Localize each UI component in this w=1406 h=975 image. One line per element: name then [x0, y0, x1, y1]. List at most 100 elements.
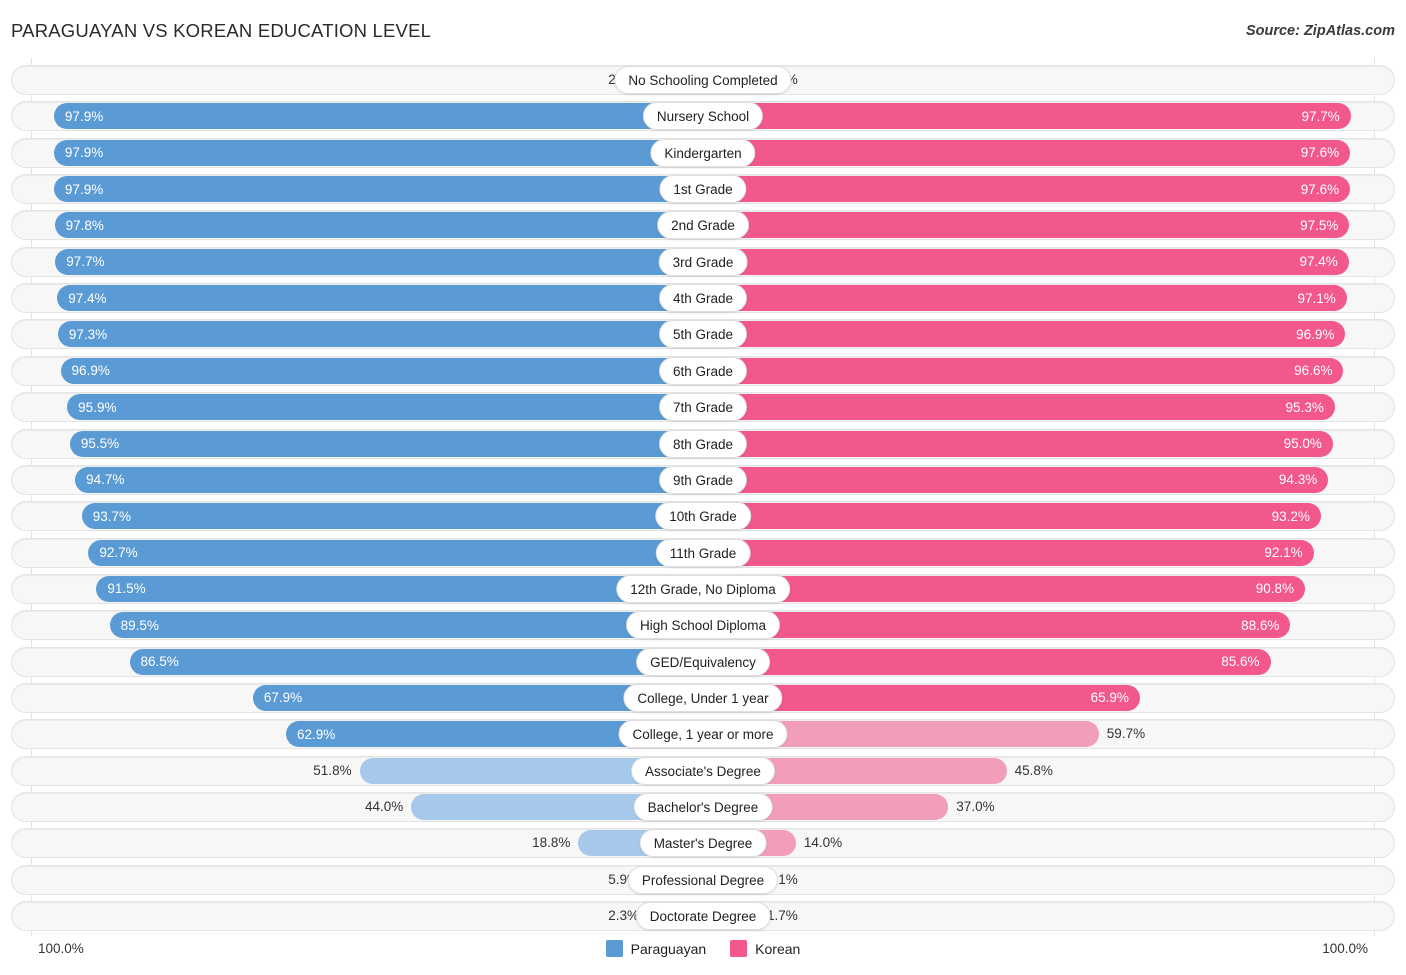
category-label: Associate's Degree	[631, 756, 775, 785]
bar-value-korean: 37.0%	[956, 799, 995, 814]
bar-korean: 93.2%	[703, 503, 1321, 530]
chart-row: 94.7% 94.3% 9th Grade	[11, 464, 1395, 495]
chart-row: 97.9% 97.6% 1st Grade	[11, 174, 1395, 205]
bar-paraguayan: 97.9%	[53, 176, 703, 203]
category-label: 7th Grade	[658, 393, 748, 422]
bar-value-paraguayan: 44.0%	[365, 799, 404, 814]
bar-value-korean: 93.2%	[1271, 508, 1310, 524]
bar-korean: 95.0%	[703, 430, 1333, 457]
bar-value-korean: 97.7%	[1301, 108, 1340, 124]
bar-value-korean: 96.9%	[1296, 326, 1335, 342]
legend-item[interactable]: Korean	[730, 940, 800, 957]
bar-korean: 97.1%	[703, 285, 1347, 312]
category-label: 5th Grade	[658, 320, 748, 349]
diverging-bar-chart: 2.2%2.4%No Schooling Completed 97.9% 97.7%…	[0, 58, 1406, 938]
bar-value-korean: 97.6%	[1300, 181, 1340, 197]
chart-row: 91.5% 90.8% 12th Grade, No Diploma	[11, 573, 1395, 604]
bar-korean: 97.6%	[703, 139, 1351, 166]
bar-value-paraguayan: 97.9%	[64, 145, 104, 161]
bar-value-paraguayan: 97.3%	[68, 326, 108, 342]
bar-korean: 97.6%	[703, 176, 1351, 203]
bar-paraguayan: 95.5%	[69, 430, 703, 457]
chart-row: 93.7% 93.2% 10th Grade	[11, 501, 1395, 532]
category-label: 11th Grade	[655, 538, 751, 567]
bar-paraguayan: 94.7%	[75, 466, 703, 493]
bar-value-paraguayan: 97.9%	[64, 181, 104, 197]
page-title: PARAGUAYAN VS KOREAN EDUCATION LEVEL	[11, 20, 432, 41]
bar-value-paraguayan: 96.9%	[71, 363, 110, 379]
bar-value-korean: 94.3%	[1278, 472, 1318, 488]
bar-value-paraguayan: 92.7%	[99, 545, 138, 561]
bar-value-paraguayan: 97.4%	[68, 290, 107, 306]
category-label: 12th Grade, No Diploma	[616, 574, 790, 603]
bar-value-korean: 97.4%	[1299, 254, 1338, 270]
chart-row: 18.8% 14.0% Master's Degree	[11, 828, 1395, 859]
category-label: Master's Degree	[639, 829, 767, 858]
page-header: PARAGUAYAN VS KOREAN EDUCATION LEVEL Sou…	[0, 0, 1406, 58]
category-label: Doctorate Degree	[635, 902, 771, 931]
bar-korean: 96.9%	[703, 321, 1346, 348]
legend-label: Korean	[755, 940, 801, 957]
legend-item[interactable]: Paraguayan	[605, 940, 707, 957]
category-label: 1st Grade	[659, 175, 747, 204]
bar-value-korean: 96.6%	[1294, 363, 1333, 379]
bar-paraguayan: 86.5%	[129, 648, 703, 675]
chart-row: 2.3% 1.7% Doctorate Degree	[11, 901, 1395, 932]
bar-value-paraguayan: 97.9%	[64, 108, 104, 124]
legend-swatch-icon	[605, 940, 623, 957]
bar-value-paraguayan: 95.9%	[78, 399, 117, 415]
bar-paraguayan: 97.8%	[54, 212, 703, 239]
bar-paraguayan: 91.5%	[96, 575, 703, 602]
bar-korean: 96.6%	[703, 357, 1344, 384]
bar-value-korean: 95.0%	[1283, 436, 1322, 451]
category-label: 3rd Grade	[658, 247, 748, 276]
bar-value-paraguayan: 62.9%	[296, 726, 336, 742]
bar-value-paraguayan: 97.8%	[65, 217, 104, 233]
chart-row: 92.7% 92.1% 11th Grade	[11, 537, 1395, 568]
chart-row: 62.9% 59.7% College, 1 year or more	[11, 719, 1395, 750]
bar-value-paraguayan: 94.7%	[86, 472, 125, 488]
bar-value-korean: 45.8%	[1014, 762, 1053, 778]
bar-value-paraguayan: 67.9%	[263, 690, 303, 706]
bar-korean: 88.6%	[703, 612, 1291, 639]
bar-korean: 97.5%	[703, 212, 1350, 239]
bar-paraguayan: 92.7%	[88, 539, 703, 566]
bar-korean: 94.3%	[703, 466, 1329, 493]
bar-korean: 97.4%	[703, 248, 1349, 275]
category-label: High School Diploma	[625, 611, 781, 640]
bar-paraguayan: 97.4%	[57, 285, 703, 312]
chart-row: 97.3% 96.9% 5th Grade	[11, 319, 1395, 350]
bar-paraguayan: 93.7%	[81, 503, 703, 530]
source-attribution: Source: ZipAtlas.com	[1245, 23, 1395, 39]
bar-value-korean: 1.7%	[767, 908, 798, 924]
category-label: GED/Equivalency	[636, 647, 770, 676]
chart-row: 44.0% 37.0% Bachelor's Degree	[11, 792, 1395, 822]
bar-value-korean: 97.1%	[1297, 290, 1336, 306]
category-label: 4th Grade	[658, 284, 748, 313]
bar-paraguayan: 95.9%	[67, 394, 703, 421]
bar-value-paraguayan: 95.5%	[80, 436, 120, 451]
category-label: 2nd Grade	[657, 211, 749, 240]
chart-row: 51.8% 45.8% Associate's Degree	[11, 755, 1395, 786]
chart-row: 97.9% 97.6% Kindergarten	[11, 137, 1395, 168]
bar-value-korean: 97.5%	[1300, 217, 1339, 233]
category-label: Kindergarten	[650, 138, 756, 167]
bar-value-korean: 88.6%	[1241, 617, 1280, 633]
bar-value-korean: 90.8%	[1255, 581, 1294, 597]
legend-label: Paraguayan	[630, 940, 707, 957]
bar-paraguayan: 97.9%	[53, 139, 703, 166]
category-label: Professional Degree	[627, 865, 779, 894]
chart-row: 97.4% 97.1% 4th Grade	[11, 283, 1395, 314]
bar-value-paraguayan: 18.8%	[532, 835, 571, 851]
bar-paraguayan: 96.9%	[60, 357, 703, 384]
chart-row: 2.2%2.4%No Schooling Completed	[11, 65, 1395, 95]
bar-value-korean: 65.9%	[1090, 690, 1129, 706]
bar-value-korean: 59.7%	[1106, 726, 1146, 742]
category-label: 6th Grade	[658, 356, 748, 385]
chart-row: 67.9% 65.9% College, Under 1 year	[11, 682, 1395, 713]
bar-value-paraguayan: 97.7%	[66, 254, 105, 270]
category-label: College, Under 1 year	[623, 683, 783, 712]
bar-korean: 92.1%	[703, 539, 1314, 566]
chart-legend: Paraguayan Korean	[0, 940, 1406, 957]
category-label: 10th Grade	[655, 502, 751, 531]
